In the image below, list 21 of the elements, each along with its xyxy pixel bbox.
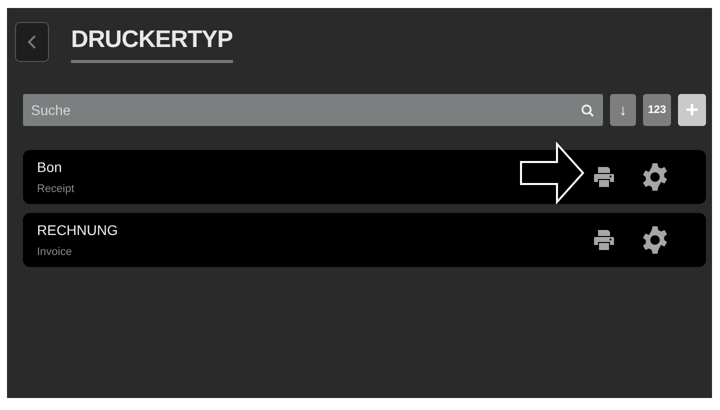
numeric-sort-button[interactable]: 123 xyxy=(643,94,671,126)
printer-icon xyxy=(592,228,616,252)
printer-type-subtitle: Invoice xyxy=(37,246,73,258)
settings-button[interactable] xyxy=(640,162,670,192)
printer-type-row[interactable]: Bon Receipt xyxy=(23,150,706,204)
page-title: DRUCKERTYP xyxy=(71,26,233,63)
printer-type-name: Bon xyxy=(37,159,63,175)
settings-button[interactable] xyxy=(640,225,670,255)
printer-type-row[interactable]: RECHNUNG Invoice xyxy=(23,213,706,267)
sort-button[interactable]: ↓ xyxy=(610,94,636,126)
print-button[interactable] xyxy=(592,165,616,189)
settings-icon xyxy=(640,225,670,255)
printer-icon xyxy=(592,165,616,189)
back-icon xyxy=(27,34,37,50)
search-icon xyxy=(581,104,594,117)
print-button[interactable] xyxy=(592,228,616,252)
printer-type-name: RECHNUNG xyxy=(37,222,119,238)
search-field[interactable]: Suche xyxy=(23,94,603,126)
printer-type-subtitle: Receipt xyxy=(37,183,76,195)
back-button[interactable] xyxy=(15,22,49,62)
settings-icon xyxy=(640,162,670,192)
